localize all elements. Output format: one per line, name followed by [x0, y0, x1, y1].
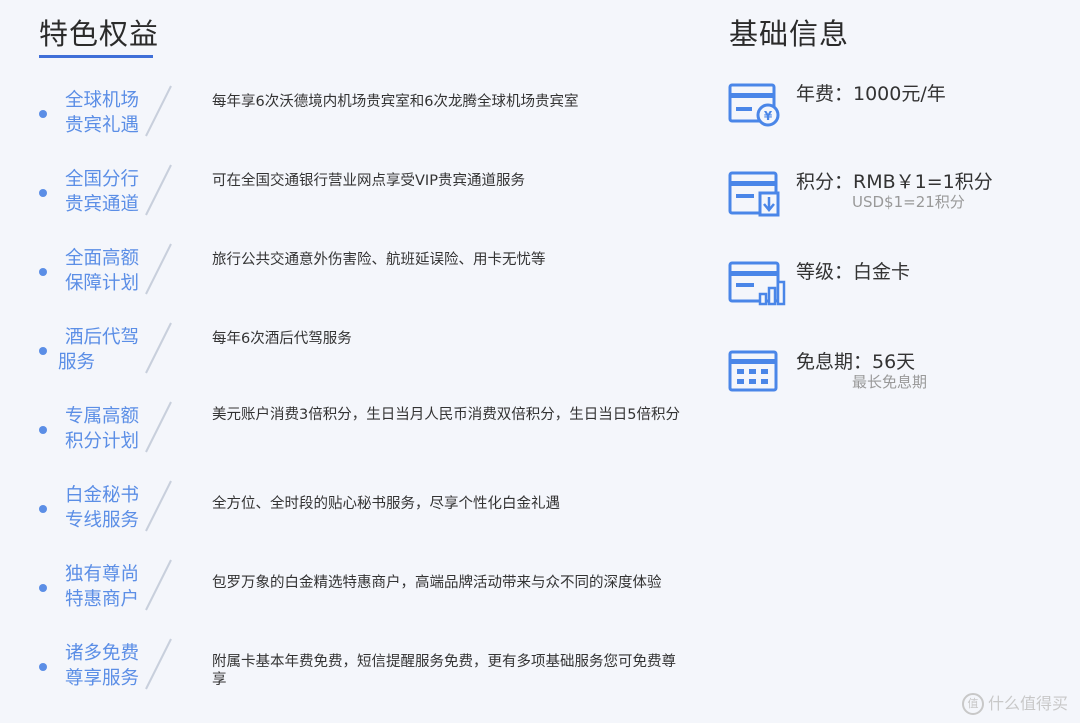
benefit-item: 酒后代驾 服务 每年6次酒后代驾服务: [0, 321, 700, 385]
benefit-name: 专属高额 积分计划: [52, 404, 152, 454]
level-item: 等级：白金卡: [728, 260, 1068, 320]
benefit-name-line1: 全国分行: [64, 169, 139, 190]
benefit-name: 白金秘书 专线服务: [52, 483, 152, 533]
interest-free-item: 免息期：56天 最长免息期: [728, 350, 1068, 410]
watermark: 值什么值得买: [961, 690, 1068, 715]
benefit-desc: 每年6次酒后代驾服务: [212, 331, 352, 347]
benefit-name-line1: 独有尊尚: [64, 564, 139, 585]
card-chart-icon: [728, 261, 786, 306]
card-yuan-icon: ¥: [728, 83, 780, 127]
card-download-icon: [728, 171, 780, 217]
benefit-name-line1: 全面高额: [64, 248, 139, 269]
bullet-dot: [39, 110, 47, 118]
benefit-item: 诸多免费 尊享服务 附属卡基本年费免费，短信提醒服务免费，更有多项基础服务您可免…: [0, 637, 700, 701]
watermark-logo-icon: 值: [961, 693, 984, 715]
benefit-name-line2: 服务: [58, 352, 96, 373]
annual-fee-label: 年费：1000元/年: [796, 83, 946, 105]
benefit-name-line1: 白金秘书: [64, 485, 139, 506]
benefit-name-line2: 贵宾礼遇: [64, 115, 139, 136]
bullet-dot: [39, 505, 47, 513]
benefit-name: 全国分行 贵宾通道: [52, 167, 152, 217]
benefit-item: 全国分行 贵宾通道 可在全国交通银行营业网点享受VIP贵宾通道服务: [0, 163, 700, 227]
benefit-name-line1: 专属高额: [64, 406, 139, 427]
benefit-name: 全球机场 贵宾礼遇: [52, 88, 152, 138]
benefit-name-line2: 特惠商户: [64, 589, 139, 610]
benefit-name-line2: 贵宾通道: [64, 194, 139, 215]
benefit-name-line2: 尊享服务: [64, 668, 139, 689]
annual-fee-item: ¥ 年费：1000元/年: [728, 82, 1068, 142]
slash-divider: [145, 243, 172, 295]
benefit-item: 全面高额 保障计划 旅行公共交通意外伤害险、航班延误险、用卡无忧等: [0, 242, 700, 306]
slash-divider: [145, 638, 172, 690]
benefit-name: 诸多免费 尊享服务: [52, 641, 152, 691]
interest-free-sub-label: 最长免息期: [852, 373, 928, 391]
slash-divider: [145, 164, 172, 216]
bullet-dot: [39, 584, 47, 592]
benefits-section: 特色权益 全球机场 贵宾礼遇 每年享6次沃德境内机场贵宾室和6次龙腾全球机场贵宾…: [0, 0, 700, 723]
title-underline: [39, 55, 153, 58]
slash-divider: [145, 559, 172, 611]
info-section: 基础信息 ¥ 年费：1000元/年 积分：RMB￥1=1积分 USD$1=21积…: [700, 0, 1080, 723]
points-item: 积分：RMB￥1=1积分 USD$1=21积分: [728, 170, 1068, 230]
slash-divider: [145, 85, 172, 137]
benefit-item: 白金秘书 专线服务 全方位、全时段的贴心秘书服务，尽享个性化白金礼遇: [0, 479, 700, 543]
slash-divider: [145, 401, 172, 453]
benefit-desc: 包罗万象的白金精选特惠商户，高端品牌活动带来与众不同的深度体验: [212, 575, 662, 591]
benefit-name-line2: 保障计划: [64, 273, 139, 294]
bullet-dot: [39, 189, 47, 197]
info-title: 基础信息: [729, 17, 850, 51]
benefit-desc: 旅行公共交通意外伤害险、航班延误险、用卡无忧等: [212, 252, 546, 268]
slash-divider: [145, 322, 172, 374]
benefit-item: 全球机场 贵宾礼遇 每年享6次沃德境内机场贵宾室和6次龙腾全球机场贵宾室: [0, 84, 700, 148]
bullet-dot: [39, 347, 47, 355]
benefit-item: 独有尊尚 特惠商户 包罗万象的白金精选特惠商户，高端品牌活动带来与众不同的深度体…: [0, 558, 700, 622]
benefit-name-line2: 专线服务: [64, 510, 139, 531]
benefit-name-line1: 全球机场: [64, 90, 139, 111]
bullet-dot: [39, 663, 47, 671]
benefit-desc: 美元账户消费3倍积分，生日当月人民币消费双倍积分，生日当日5倍积分: [212, 407, 680, 423]
benefit-desc: 全方位、全时段的贴心秘书服务，尽享个性化白金礼遇: [212, 496, 560, 512]
benefit-item: 专属高额 积分计划 美元账户消费3倍积分，生日当月人民币消费双倍积分，生日当日5…: [0, 400, 700, 464]
benefit-name-line2: 积分计划: [64, 431, 139, 452]
benefit-desc: 每年享6次沃德境内机场贵宾室和6次龙腾全球机场贵宾室: [212, 94, 579, 110]
svg-text:¥: ¥: [764, 109, 773, 123]
benefit-name-line1: 酒后代驾: [64, 327, 139, 348]
slash-divider: [145, 480, 172, 532]
watermark-text: 什么值得买: [987, 693, 1068, 713]
benefit-name: 独有尊尚 特惠商户: [52, 562, 152, 612]
bullet-dot: [39, 426, 47, 434]
benefit-name: 全面高额 保障计划: [52, 246, 152, 296]
bullet-dot: [39, 268, 47, 276]
benefit-desc: 附属卡基本年费免费，短信提醒服务免费，更有多项基础服务您可免费尊享: [212, 654, 676, 688]
benefit-name: 酒后代驾 服务: [52, 325, 152, 375]
points-sub-label: USD$1=21积分: [852, 193, 965, 211]
benefits-title: 特色权益: [39, 17, 160, 51]
calendar-icon: [728, 350, 778, 392]
benefit-name-line1: 诸多免费: [64, 643, 139, 664]
level-label: 等级：白金卡: [796, 261, 911, 283]
benefit-desc: 可在全国交通银行营业网点享受VIP贵宾通道服务: [212, 173, 525, 189]
